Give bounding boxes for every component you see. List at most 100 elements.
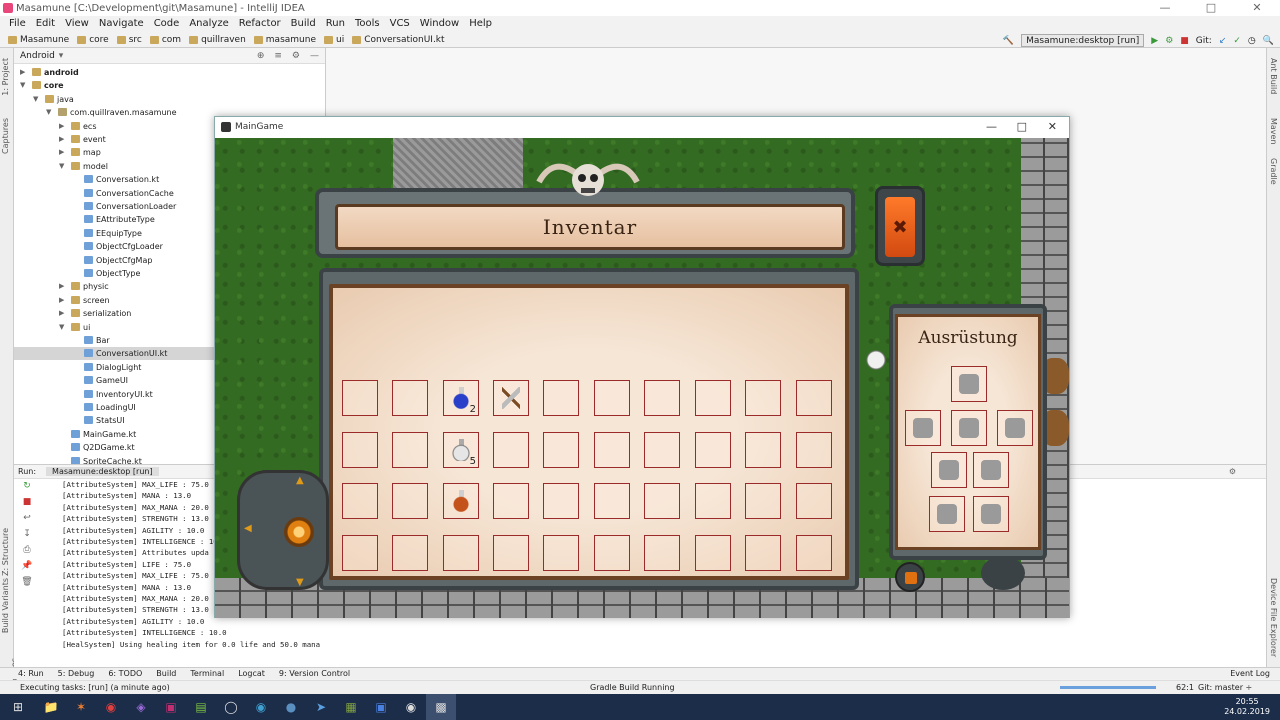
- menu-item[interactable]: Navigate: [94, 16, 149, 32]
- bottom-tab[interactable]: Build: [156, 669, 176, 678]
- tool-tab[interactable]: Captures: [1, 118, 10, 154]
- hammer-icon[interactable]: 🔨: [1003, 36, 1014, 46]
- inventory-slot[interactable]: [594, 535, 630, 571]
- equipment-slot[interactable]: [973, 496, 1009, 532]
- tool-icon[interactable]: ➤: [306, 694, 336, 720]
- inventory-slot[interactable]: [644, 535, 680, 571]
- menu-item[interactable]: Run: [321, 16, 350, 32]
- inventory-slot[interactable]: [342, 432, 378, 468]
- close-icon[interactable]: ✕: [1234, 1, 1280, 14]
- gear-icon[interactable]: ⚙: [1229, 467, 1266, 476]
- chevron-down-icon[interactable]: ▼: [59, 321, 64, 334]
- run-config-select[interactable]: Masamune:desktop [run]: [1021, 34, 1145, 47]
- inventory-slot[interactable]: [796, 535, 832, 571]
- bottom-tab[interactable]: Terminal: [190, 669, 224, 678]
- equipment-slot[interactable]: [905, 410, 941, 446]
- menu-item[interactable]: Edit: [31, 16, 60, 32]
- inventory-slot[interactable]: [745, 535, 781, 571]
- inventory-slot[interactable]: [695, 535, 731, 571]
- close-icon[interactable]: ✕: [1048, 120, 1057, 133]
- tool-tab[interactable]: 1: Project: [1, 58, 10, 96]
- maximize-icon[interactable]: □: [1188, 1, 1234, 14]
- hide-icon[interactable]: —: [310, 51, 319, 61]
- stop-icon[interactable]: ■: [23, 497, 32, 507]
- history-icon[interactable]: ◷: [1248, 36, 1256, 46]
- arrow-left-icon[interactable]: ◀: [244, 523, 252, 534]
- inventory-slot[interactable]: [594, 380, 630, 416]
- inventory-slot[interactable]: [695, 483, 731, 519]
- scroll-end-icon[interactable]: ↧: [23, 529, 31, 539]
- editor-icon[interactable]: ▣: [156, 694, 186, 720]
- inventory-slot[interactable]: [543, 380, 579, 416]
- media-icon[interactable]: ◉: [396, 694, 426, 720]
- chevron-down-icon[interactable]: ▾: [59, 51, 64, 61]
- inventory-slot[interactable]: [695, 432, 731, 468]
- inventory-slot[interactable]: [796, 380, 832, 416]
- chevron-right-icon[interactable]: ▶: [59, 146, 64, 159]
- menu-item[interactable]: Tools: [350, 16, 385, 32]
- chevron-right-icon[interactable]: ▶: [20, 66, 25, 79]
- inventory-slot[interactable]: 5: [443, 432, 479, 468]
- menu-item[interactable]: Analyze: [184, 16, 233, 32]
- arrow-up-icon[interactable]: ▲: [296, 475, 304, 486]
- inventory-slot[interactable]: [493, 380, 529, 416]
- equipment-slot[interactable]: [997, 410, 1033, 446]
- game-scene[interactable]: Inventar ✖ 2 5 Ausrüstung ▲ ◀ ▼: [215, 138, 1069, 618]
- debug-icon[interactable]: ⚙: [1165, 36, 1173, 46]
- vcs-update-icon[interactable]: ↙: [1219, 36, 1227, 46]
- chevron-right-icon[interactable]: ▶: [59, 133, 64, 146]
- equipment-slot[interactable]: [929, 496, 965, 532]
- breadcrumb-item[interactable]: ConversationUI.kt: [350, 35, 450, 45]
- monitor-icon[interactable]: ▣: [366, 694, 396, 720]
- tool-tab[interactable]: Z: Structure: [1, 528, 10, 576]
- inventory-slot[interactable]: [342, 483, 378, 519]
- joystick-knob[interactable]: [284, 517, 314, 547]
- explorer-icon[interactable]: 📁: [36, 694, 66, 720]
- inventory-slot[interactable]: [644, 432, 680, 468]
- inventory-slot[interactable]: [493, 535, 529, 571]
- trash-icon[interactable]: 🗑: [21, 577, 32, 587]
- inventory-button[interactable]: [895, 562, 925, 592]
- inventory-slot[interactable]: [342, 535, 378, 571]
- inventory-slot[interactable]: [543, 483, 579, 519]
- project-view-select[interactable]: Android: [20, 51, 55, 61]
- inventory-slot[interactable]: [443, 535, 479, 571]
- browser-icon[interactable]: ◉: [246, 694, 276, 720]
- vcs-commit-icon[interactable]: ✓: [1233, 36, 1241, 46]
- chevron-down-icon[interactable]: ▼: [46, 106, 51, 119]
- inventory-slot[interactable]: [493, 432, 529, 468]
- minimize-icon[interactable]: —: [1142, 1, 1188, 14]
- menu-item[interactable]: File: [4, 16, 31, 32]
- breadcrumb-item[interactable]: ui: [322, 35, 350, 45]
- inventory-slot[interactable]: 2: [443, 380, 479, 416]
- game-window[interactable]: MainGame — □ ✕ Inventar ✖ 2 5 Ausrüstung: [214, 116, 1070, 618]
- menu-item[interactable]: Help: [464, 16, 497, 32]
- menu-item[interactable]: Refactor: [234, 16, 286, 32]
- obs-icon[interactable]: ◯: [216, 694, 246, 720]
- tool-tab[interactable]: Gradle: [1269, 158, 1278, 185]
- inventory-slot[interactable]: [493, 483, 529, 519]
- chrome-icon[interactable]: ◉: [96, 694, 126, 720]
- steam-icon[interactable]: ●: [276, 694, 306, 720]
- chevron-right-icon[interactable]: ▶: [59, 294, 64, 307]
- chevron-down-icon[interactable]: ▼: [59, 160, 64, 173]
- breadcrumb-item[interactable]: src: [115, 35, 148, 45]
- clock[interactable]: 20:55 24.02.2019: [1224, 697, 1270, 717]
- git-branch[interactable]: Git: master ÷: [1198, 683, 1252, 692]
- print-icon[interactable]: ⎙: [23, 545, 30, 555]
- event-log-button[interactable]: Event Log: [1230, 669, 1280, 678]
- inventory-slot[interactable]: [644, 483, 680, 519]
- inventory-slot[interactable]: [392, 483, 428, 519]
- chevron-down-icon[interactable]: ▼: [20, 79, 25, 92]
- equipment-slot[interactable]: [931, 452, 967, 488]
- intellij-taskbar-icon[interactable]: ▩: [426, 694, 456, 720]
- soft-wrap-icon[interactable]: ↩: [23, 513, 31, 523]
- arrow-down-icon[interactable]: ▼: [296, 577, 304, 588]
- maximize-icon[interactable]: □: [1017, 120, 1027, 133]
- windows-start-icon[interactable]: ⊞: [0, 694, 36, 720]
- menu-item[interactable]: View: [60, 16, 94, 32]
- inventory-slot[interactable]: [392, 535, 428, 571]
- inventory-slot[interactable]: [543, 432, 579, 468]
- inventory-slot[interactable]: [392, 380, 428, 416]
- menu-item[interactable]: Window: [415, 16, 464, 32]
